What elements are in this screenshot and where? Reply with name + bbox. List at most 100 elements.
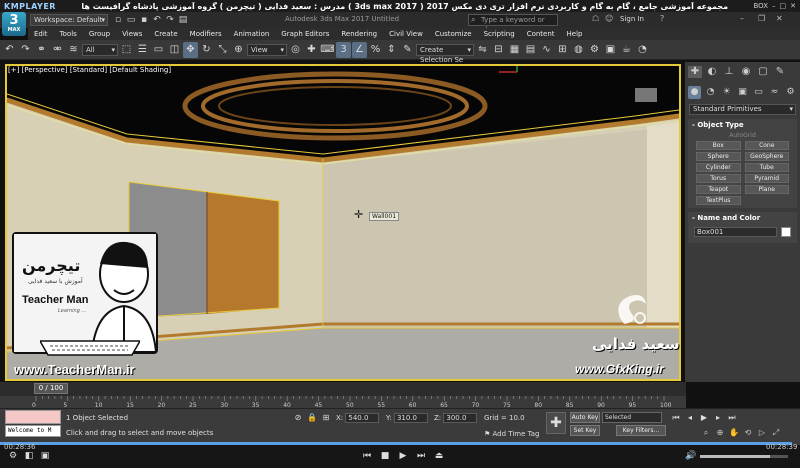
menu-scripting[interactable]: Scripting [478,30,521,38]
placement-icon[interactable]: ⊕ [231,42,246,58]
close-icon[interactable]: ✕ [790,2,796,10]
pivot-center-icon[interactable]: ◎ [288,42,303,58]
orbit-icon[interactable]: ⟲ [742,427,754,438]
geometry-icon[interactable]: ● [688,86,701,99]
select-rotate-icon[interactable]: ↻ [199,42,214,58]
shapes-icon[interactable]: ◔ [704,86,717,99]
zoom-all-icon[interactable]: ⊕ [714,427,726,438]
sphere-button[interactable]: Sphere [696,152,741,161]
undo-icon[interactable]: ↶ [151,14,163,26]
mirror-icon[interactable]: ⇋ [475,42,490,58]
y-coordinate-field[interactable]: 310.0 [393,413,428,423]
kmplayer-3d-icon[interactable]: ◧ [22,451,36,461]
select-by-name-icon[interactable]: ☰ [135,42,150,58]
absolute-mode-icon[interactable]: ⊞ [320,412,332,423]
menu-content[interactable]: Content [521,30,561,38]
viewport-point-of-view[interactable]: [Perspective] [22,66,68,74]
create-tab-icon[interactable]: ✚ [688,66,702,78]
redo-icon[interactable]: ↷ [164,14,176,26]
help-icon[interactable]: ? [660,14,664,23]
hierarchy-tab-icon[interactable]: ⊥ [722,66,736,78]
select-manipulate-icon[interactable]: ✚ [304,42,319,58]
toggle-ribbon-icon[interactable]: ▤ [523,42,538,58]
geosphere-button[interactable]: GeoSphere [744,152,789,161]
link-icon[interactable]: ⚭ [34,42,49,58]
menu-customize[interactable]: Customize [429,30,478,38]
time-slider[interactable]: 0 / 100 [0,382,686,396]
cylinder-button[interactable]: Cylinder [696,163,741,172]
z-coordinate-field[interactable]: 300.0 [443,413,478,423]
app-minimize-icon[interactable]: – [740,14,744,23]
select-object-icon[interactable]: ⬚ [119,42,134,58]
app-logo-button[interactable]: 3 MAX [2,12,26,36]
menu-create[interactable]: Create [148,30,183,38]
select-scale-icon[interactable]: ⤡ [215,42,230,58]
unlink-icon[interactable]: ⚮ [50,42,65,58]
edit-named-sets-icon[interactable]: ✎ [400,42,415,58]
render-production-icon[interactable]: ☕ [619,42,634,58]
object-type-header[interactable]: Object Type [688,119,797,131]
kmplayer-eject-icon[interactable]: ⏏ [432,451,446,461]
menu-animation[interactable]: Animation [228,30,276,38]
kmplayer-settings-icon[interactable]: ⚙ [6,451,20,461]
open-file-icon[interactable]: ▭ [125,14,137,26]
maximize-viewport-icon[interactable]: ⤢ [770,427,782,438]
next-frame-icon[interactable]: ▸ [712,412,724,423]
render-iterative-icon[interactable]: ◔ [635,42,650,58]
sign-in-button[interactable]: Sign In [620,15,644,23]
kmplayer-next-icon[interactable]: ⏭ [414,451,428,461]
field-of-view-icon[interactable]: ▷ [756,427,768,438]
selection-filter-dropdown[interactable]: All [82,43,118,56]
workspace-dropdown[interactable]: Workspace: Default [30,14,108,26]
maxscript-welcome-field[interactable]: Welcome to M [5,425,61,437]
rect-selection-icon[interactable]: ▭ [151,42,166,58]
display-tab-icon[interactable]: ▢ [756,66,770,78]
add-time-tag-button[interactable]: ⚑ Add Time Tag [484,430,540,438]
schematic-view-icon[interactable]: ⊞ [555,42,570,58]
select-move-icon[interactable]: ✥ [183,41,198,58]
user-icon[interactable]: ☺ [605,14,613,23]
layer-explorer-icon[interactable]: ▦ [507,42,522,58]
go-to-end-icon[interactable]: ⏭ [726,412,738,423]
kmplayer-box-label[interactable]: BOX [753,2,768,10]
tube-button[interactable]: Tube [744,163,789,172]
object-name-field[interactable]: Box001 [694,227,777,237]
auto-key-button[interactable]: Auto Key [570,412,600,423]
track-bar[interactable] [0,396,686,408]
name-and-color-header[interactable]: Name and Color [688,212,797,224]
set-key-button[interactable]: Set Key [570,425,600,436]
primitive-category-dropdown[interactable]: Standard Primitives [689,104,796,115]
save-file-icon[interactable]: ▪ [138,14,150,26]
redo-icon[interactable]: ↷ [18,42,33,58]
reference-coordinate-dropdown[interactable]: View [247,43,287,56]
pyramid-button[interactable]: Pyramid [744,174,789,183]
kmplayer-volume-icon[interactable]: 🔊 [684,451,698,461]
infocenter-icon[interactable]: ☖ [592,14,599,23]
minimize-icon[interactable]: – [772,2,776,10]
bind-space-warp-icon[interactable]: ≋ [66,42,81,58]
menu-edit[interactable]: Edit [28,30,54,38]
viewport-style[interactable]: [Standard] [70,66,107,74]
object-color-swatch[interactable] [781,227,791,237]
textplus-button[interactable]: TextPlus [696,196,741,205]
app-close-icon[interactable]: ✕ [776,14,783,23]
maxscript-listener-input[interactable] [5,410,61,424]
utilities-tab-icon[interactable]: ✎ [773,66,787,78]
curve-editor-icon[interactable]: ∿ [539,42,554,58]
go-to-start-icon[interactable]: ⏮ [670,412,682,423]
menu-tools[interactable]: Tools [54,30,83,38]
menu-help[interactable]: Help [561,30,589,38]
undo-icon[interactable]: ↶ [2,42,17,58]
snaps-toggle-icon[interactable]: 3 [336,41,351,58]
keyboard-shortcut-icon[interactable]: ⌨ [320,42,335,58]
selection-lock-icon[interactable]: 🔒 [306,412,318,423]
pan-icon[interactable]: ✋ [728,427,740,438]
viewport-menu-plus[interactable]: [+] [8,66,19,74]
play-icon[interactable]: ▶ [698,412,710,423]
autogrid-checkbox[interactable]: AutoGrid [688,131,797,141]
menu-group[interactable]: Group [83,30,116,38]
spinner-snap-icon[interactable]: ⇕ [384,42,399,58]
app-restore-icon[interactable]: ❐ [758,14,765,23]
material-editor-icon[interactable]: ◍ [571,42,586,58]
menu-graph-editors[interactable]: Graph Editors [275,30,335,38]
